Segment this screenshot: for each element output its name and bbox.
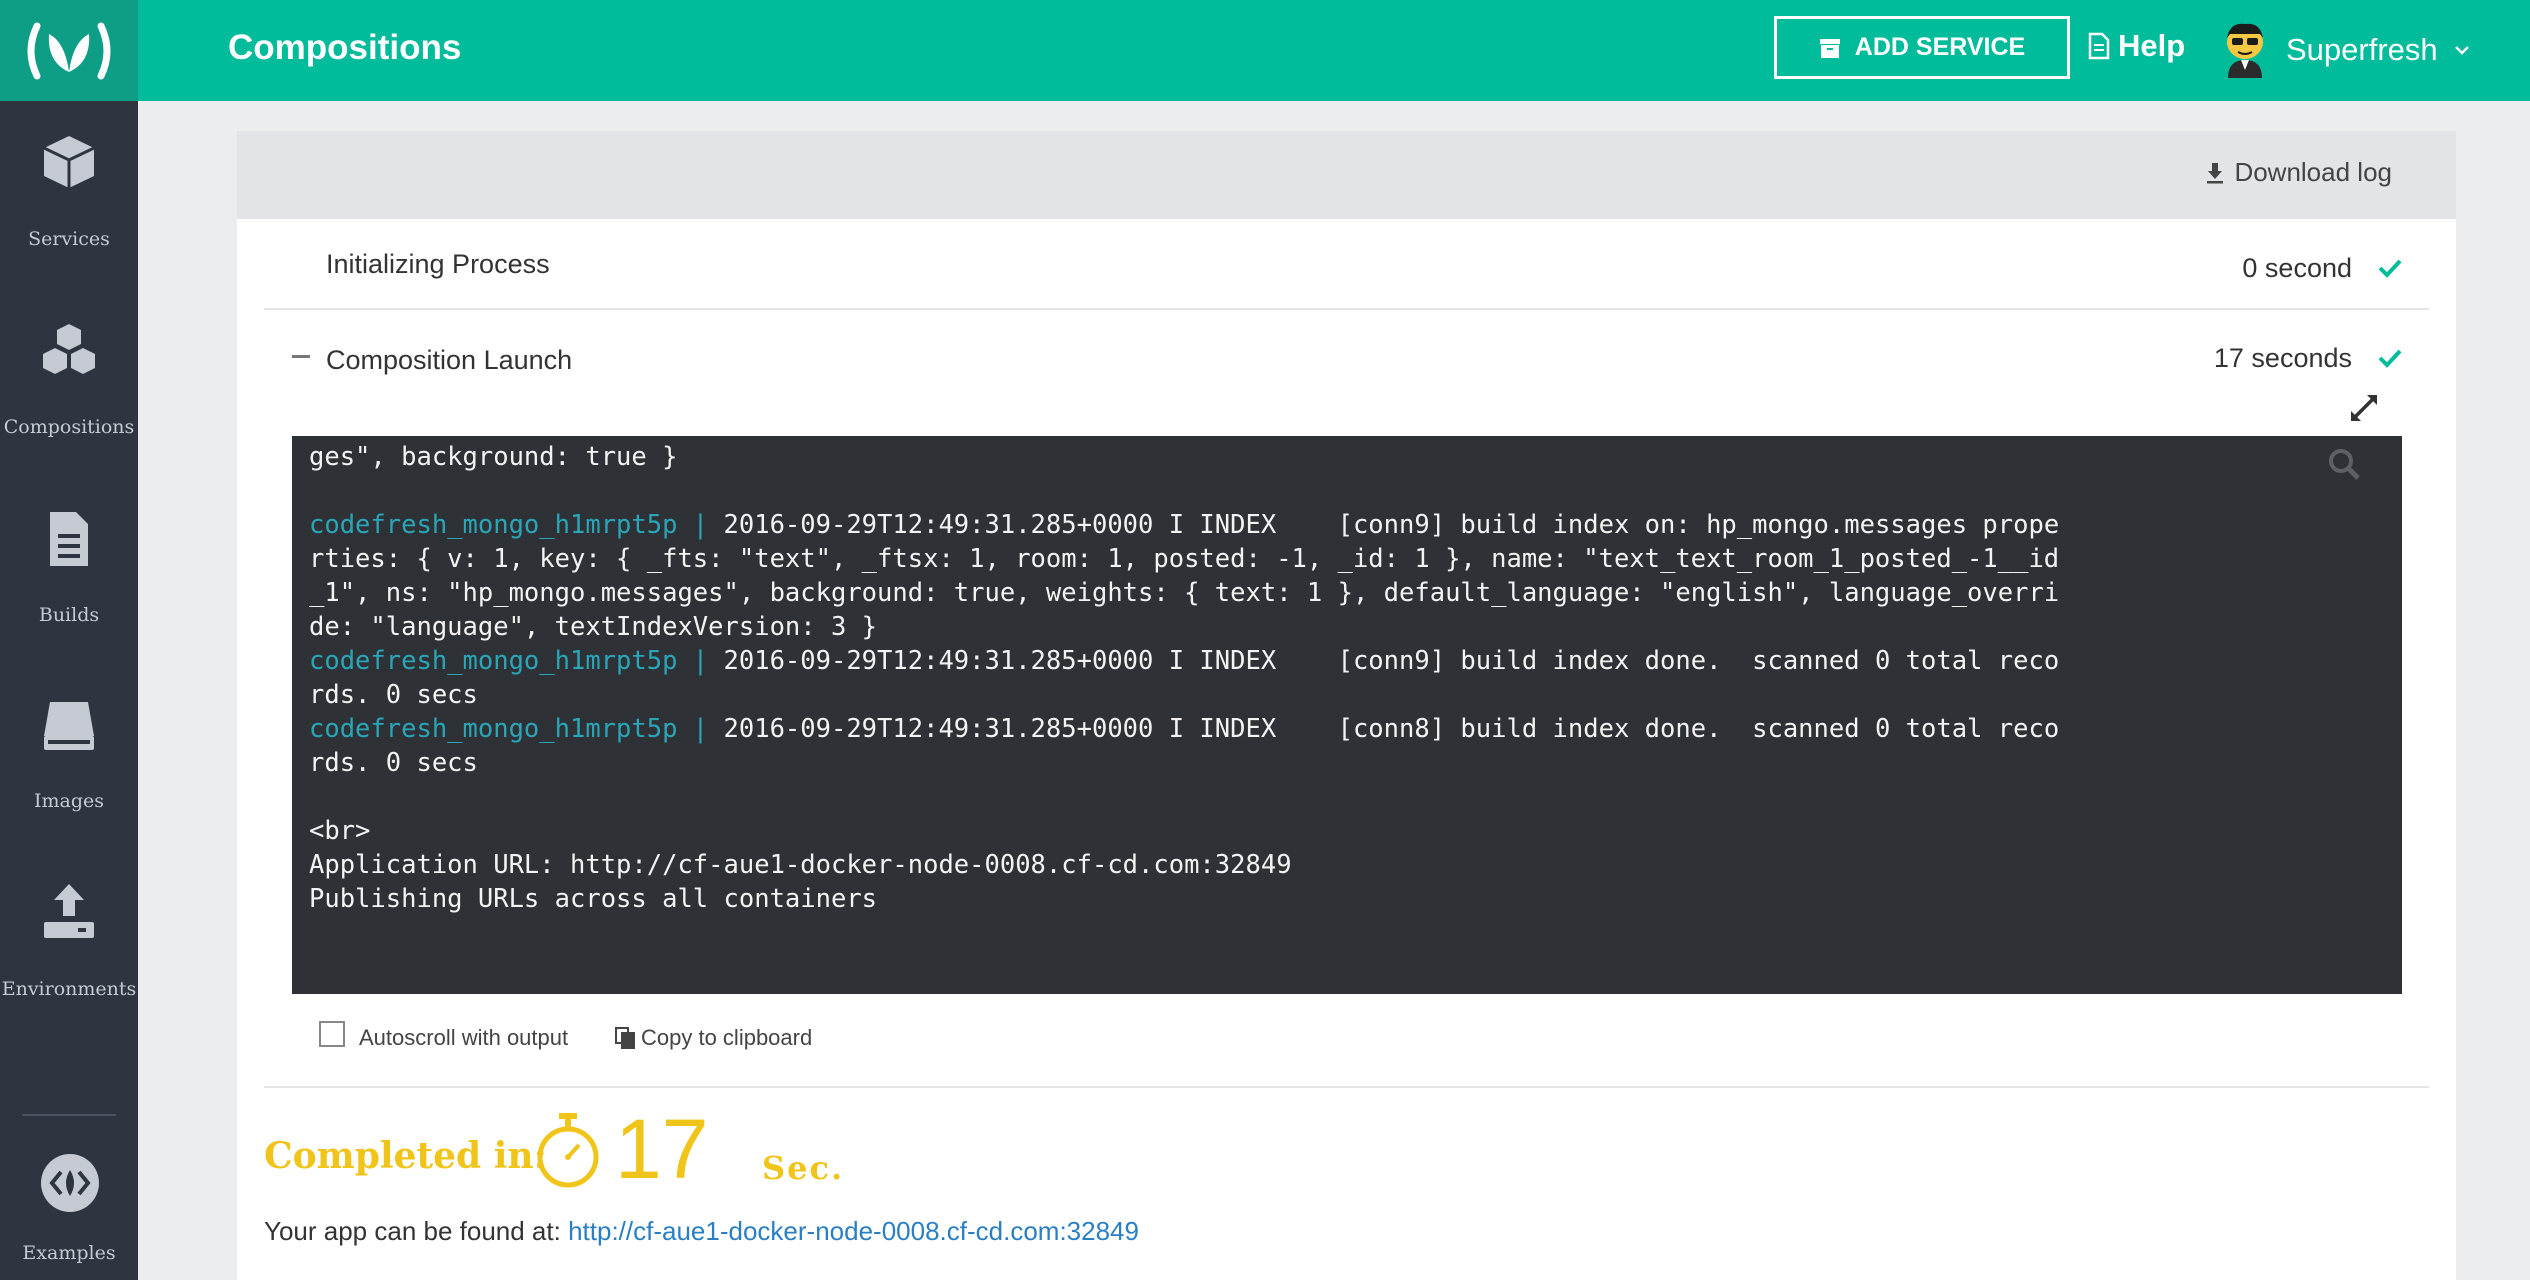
copy-icon	[615, 1027, 635, 1049]
terminal-line-text: Publishing URLs across all containers	[309, 884, 878, 914]
top-bar: Compositions ADD SERVICE Help Superfresh	[138, 0, 2530, 101]
document-icon	[50, 512, 88, 566]
sidebar: Services Compositions Builds Images Envi…	[0, 0, 138, 1280]
add-service-label: ADD SERVICE	[1854, 33, 2026, 61]
download-log-label: Download log	[2234, 157, 2392, 187]
terminal-line-text: Application URL: http://cf-aue1-docker-n…	[309, 850, 1292, 880]
terminal-line: de: "language", textIndexVersion: 3 }	[309, 610, 877, 644]
expand-icon[interactable]	[2347, 391, 2381, 425]
step-row[interactable]: Composition Launch 17 seconds	[264, 311, 2429, 401]
search-icon[interactable]	[2326, 446, 2362, 482]
stopwatch-icon	[537, 1113, 599, 1188]
completed-unit: Sec.	[762, 1149, 845, 1187]
terminal-line: rds. 0 secs	[309, 678, 478, 712]
terminal-line-text: 2016-09-29T12:49:31.285+0000 I INDEX [co…	[723, 714, 2060, 744]
terminal-line: _1", ns: "hp_mongo.messages", background…	[309, 576, 2059, 610]
cubes-icon	[43, 324, 95, 374]
sidebar-item-services[interactable]: Services	[0, 130, 138, 280]
copy-to-clipboard-button[interactable]: Copy to clipboard	[615, 1025, 812, 1051]
terminal-line: rds. 0 secs	[309, 746, 478, 780]
terminal-line-text: de: "language", textIndexVersion: 3 }	[309, 612, 878, 642]
divider	[264, 1086, 2429, 1088]
terminal-line-text: 2016-09-29T12:49:31.285+0000 I INDEX [co…	[723, 510, 2060, 540]
terminal-line: Publishing URLs across all containers	[309, 882, 877, 916]
terminal-line-prefix: codefresh_mongo_h1mrpt5p |	[309, 646, 724, 676]
terminal-line-text: <br>	[309, 816, 371, 846]
add-service-button[interactable]: ADD SERVICE	[1774, 16, 2070, 79]
step-row[interactable]: Initializing Process 0 second	[264, 219, 2429, 309]
sidebar-item-label: Services	[28, 228, 110, 250]
sidebar-item-environments[interactable]: Environments	[0, 880, 138, 1030]
terminal-line-text: rds. 0 secs	[309, 748, 478, 778]
terminal-line-prefix: codefresh_mongo_h1mrpt5p |	[309, 510, 724, 540]
terminal-line-text: 2016-09-29T12:49:31.285+0000 I INDEX [co…	[723, 646, 2060, 676]
autoscroll-checkbox[interactable]	[319, 1021, 345, 1047]
archive-icon	[1819, 38, 1840, 58]
document-icon	[2088, 32, 2110, 60]
step-time: 17 seconds	[2213, 343, 2352, 373]
terminal-line-text: rds. 0 secs	[309, 680, 478, 710]
autoscroll-label: Autoscroll with output	[359, 1025, 569, 1050]
check-icon	[2378, 349, 2402, 368]
avatar	[2227, 23, 2263, 78]
terminal-line-text: rties: { v: 1, key: { _fts: "text", _fts…	[309, 544, 2060, 574]
copy-label: Copy to clipboard	[641, 1025, 813, 1050]
help-label: Help	[2118, 28, 2186, 63]
completed-value: 17	[615, 1102, 709, 1196]
sidebar-item-builds[interactable]: Builds	[0, 506, 138, 656]
page-title: Compositions	[228, 28, 462, 67]
step-title: Composition Launch	[326, 345, 573, 375]
terminal-line: <br>	[309, 814, 370, 848]
terminal-line: rties: { v: 1, key: { _fts: "text", _fts…	[309, 542, 2059, 576]
terminal-line: Application URL: http://cf-aue1-docker-n…	[309, 848, 1292, 882]
step-time: 0 second	[2242, 253, 2352, 283]
build-log-panel: Download log Initializing Process 0 seco…	[237, 131, 2456, 1280]
app-url-link[interactable]: http://cf-aue1-docker-node-0008.cf-cd.co…	[568, 1216, 1139, 1246]
app-url-text: Your app can be found at: http://cf-aue1…	[264, 1216, 1139, 1247]
sidebar-item-images[interactable]: Images	[0, 692, 138, 842]
sidebar-divider	[22, 1114, 116, 1116]
terminal-line: codefresh_mongo_h1mrpt5p | 2016-09-29T12…	[309, 644, 2059, 678]
codefresh-logo-icon[interactable]	[0, 0, 138, 101]
chevron-down-icon	[2454, 46, 2469, 55]
drive-icon	[44, 702, 94, 750]
sidebar-item-examples[interactable]: Examples	[0, 1150, 138, 1280]
cube-icon	[43, 136, 95, 188]
check-icon	[2378, 259, 2402, 278]
upload-icon	[44, 884, 94, 938]
terminal-line-text: _1", ns: "hp_mongo.messages", background…	[309, 578, 2060, 608]
help-link[interactable]: Help	[2088, 28, 2185, 64]
divider	[264, 308, 2429, 310]
sidebar-item-label: Builds	[38, 604, 100, 626]
download-log-button[interactable]: Download log	[2206, 157, 2392, 188]
step-title: Initializing Process	[326, 249, 550, 279]
terminal-line-prefix: codefresh_mongo_h1mrpt5p |	[309, 714, 724, 744]
sidebar-item-compositions[interactable]: Compositions	[0, 318, 138, 468]
terminal-line: codefresh_mongo_h1mrpt5p | 2016-09-29T12…	[309, 712, 2059, 746]
terminal-output[interactable]: ges", background: true } codefresh_mongo_…	[292, 436, 2402, 994]
sidebar-item-label: Compositions	[3, 416, 135, 438]
app-found-label: Your app can be found at:	[264, 1216, 569, 1246]
sidebar-item-label: Images	[33, 790, 104, 812]
download-icon	[2207, 162, 2224, 183]
code-icon	[41, 1154, 99, 1212]
completed-label: Completed in:	[264, 1135, 547, 1177]
user-menu[interactable]: Superfresh	[2220, 20, 2470, 80]
terminal-line: ges", background: true }	[309, 440, 677, 474]
sidebar-item-label: Examples	[22, 1242, 116, 1264]
panel-header: Download log	[237, 131, 2456, 219]
terminal-line: codefresh_mongo_h1mrpt5p | 2016-09-29T12…	[309, 508, 2059, 542]
sidebar-item-label: Environments	[1, 978, 137, 1000]
terminal-line-text: ges", background: true }	[309, 442, 678, 472]
user-name: Superfresh	[2286, 32, 2438, 67]
